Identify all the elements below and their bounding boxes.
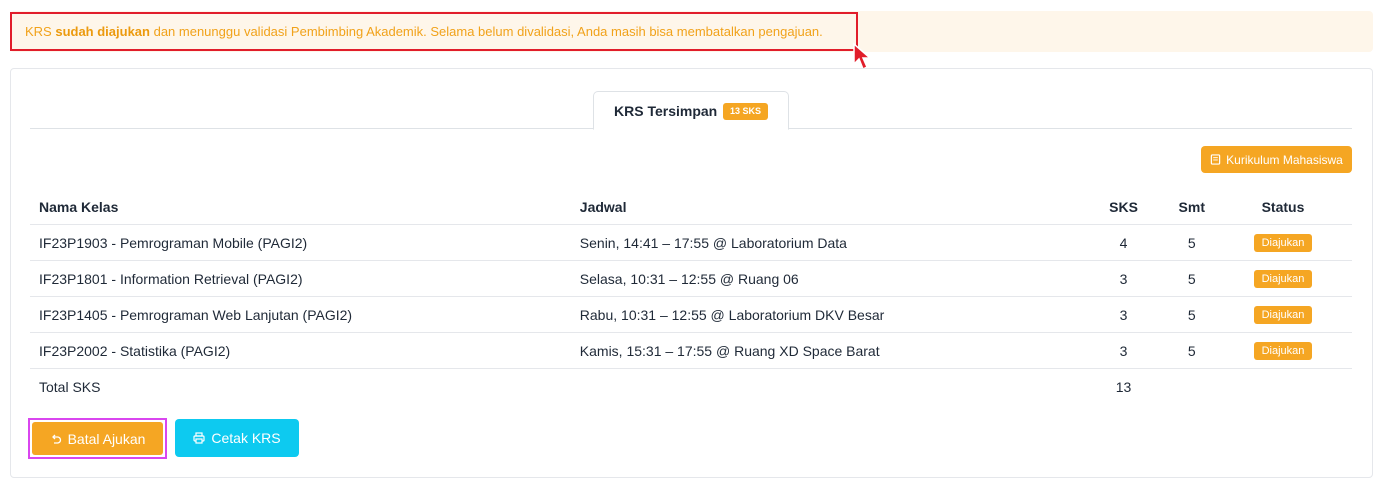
status-badge: Diajukan: [1253, 270, 1313, 288]
cell-smt: 5: [1169, 296, 1214, 333]
cell-smt: 5: [1169, 260, 1214, 297]
batal-ajukan-highlight: Batal Ajukan: [28, 418, 167, 459]
cell-jadwal: Selasa, 10:31 – 12:55 @ Ruang 06: [570, 260, 1078, 297]
cell-status: Diajukan: [1214, 332, 1352, 369]
undo-icon: [51, 434, 61, 444]
table-row: IF23P1405 - Pemrograman Web Lanjutan (PA…: [30, 296, 1352, 333]
status-badge: Diajukan: [1253, 342, 1313, 360]
cell-status: Diajukan: [1214, 224, 1352, 261]
table-row: IF23P2002 - Statistika (PAGI2) Kamis, 15…: [30, 332, 1352, 369]
cell-sks: 3: [1077, 332, 1170, 369]
status-badge: Diajukan: [1253, 306, 1313, 324]
cetak-krs-button[interactable]: Cetak KRS: [175, 419, 299, 457]
cell-jadwal: Senin, 14:41 – 17:55 @ Laboratorium Data: [570, 224, 1078, 261]
book-icon: [1210, 154, 1221, 165]
total-spacer: [570, 368, 1078, 404]
total-row: Total SKS 13: [30, 368, 1352, 404]
total-sks-value: 13: [1077, 368, 1170, 404]
alert-suffix: dan menunggu validasi Pembimbing Akademi…: [149, 24, 823, 39]
cell-sks: 3: [1077, 296, 1170, 333]
alert-prefix: KRS: [25, 24, 56, 39]
printer-icon: [193, 432, 205, 444]
tab-label: KRS Tersimpan: [614, 103, 718, 119]
cell-nama-kelas: IF23P1801 - Information Retrieval (PAGI2…: [30, 260, 571, 297]
header-jadwal: Jadwal: [579, 199, 627, 215]
krs-table: Nama Kelas Jadwal SKS Smt Status IF23P19…: [30, 190, 1352, 404]
cetak-label: Cetak KRS: [211, 430, 281, 446]
batal-ajukan-button[interactable]: Batal Ajukan: [32, 422, 163, 455]
table-header-row: Nama Kelas Jadwal SKS Smt Status: [30, 190, 1352, 225]
total-spacer: [1169, 368, 1214, 404]
kurikulum-mahasiswa-button[interactable]: Kurikulum Mahasiswa: [1201, 146, 1352, 173]
header-smt: Smt: [1178, 199, 1205, 215]
status-badge: Diajukan: [1253, 234, 1313, 252]
cell-nama-kelas: IF23P2002 - Statistika (PAGI2): [30, 332, 571, 369]
header-sks: SKS: [1109, 199, 1138, 215]
batal-label: Batal Ajukan: [67, 430, 146, 447]
kurikulum-label: Kurikulum Mahasiswa: [1226, 152, 1343, 167]
header-status: Status: [1261, 199, 1305, 215]
alert-bold-text: sudah diajukan: [55, 24, 150, 39]
total-spacer: [1214, 368, 1352, 404]
header-nama-kelas: Nama Kelas: [39, 199, 119, 215]
cell-nama-kelas: IF23P1405 - Pemrograman Web Lanjutan (PA…: [30, 296, 571, 333]
cell-sks: 4: [1077, 224, 1170, 261]
cell-jadwal: Kamis, 15:31 – 17:55 @ Ruang XD Space Ba…: [570, 332, 1078, 369]
cell-jadwal: Rabu, 10:31 – 12:55 @ Laboratorium DKV B…: [570, 296, 1078, 333]
table-row: IF23P1801 - Information Retrieval (PAGI2…: [30, 260, 1352, 297]
cell-sks: 3: [1077, 260, 1170, 297]
cell-status: Diajukan: [1214, 260, 1352, 297]
total-label: Total SKS: [30, 368, 571, 404]
tab-sks-badge: 13 SKS: [723, 103, 768, 120]
alert-message: KRS sudah diajukan dan menunggu validasi…: [25, 24, 823, 39]
cell-status: Diajukan: [1214, 296, 1352, 333]
table-row: IF23P1903 - Pemrograman Mobile (PAGI2) S…: [30, 224, 1352, 261]
cell-smt: 5: [1169, 332, 1214, 369]
cell-smt: 5: [1169, 224, 1214, 261]
cell-nama-kelas: IF23P1903 - Pemrograman Mobile (PAGI2): [30, 224, 571, 261]
